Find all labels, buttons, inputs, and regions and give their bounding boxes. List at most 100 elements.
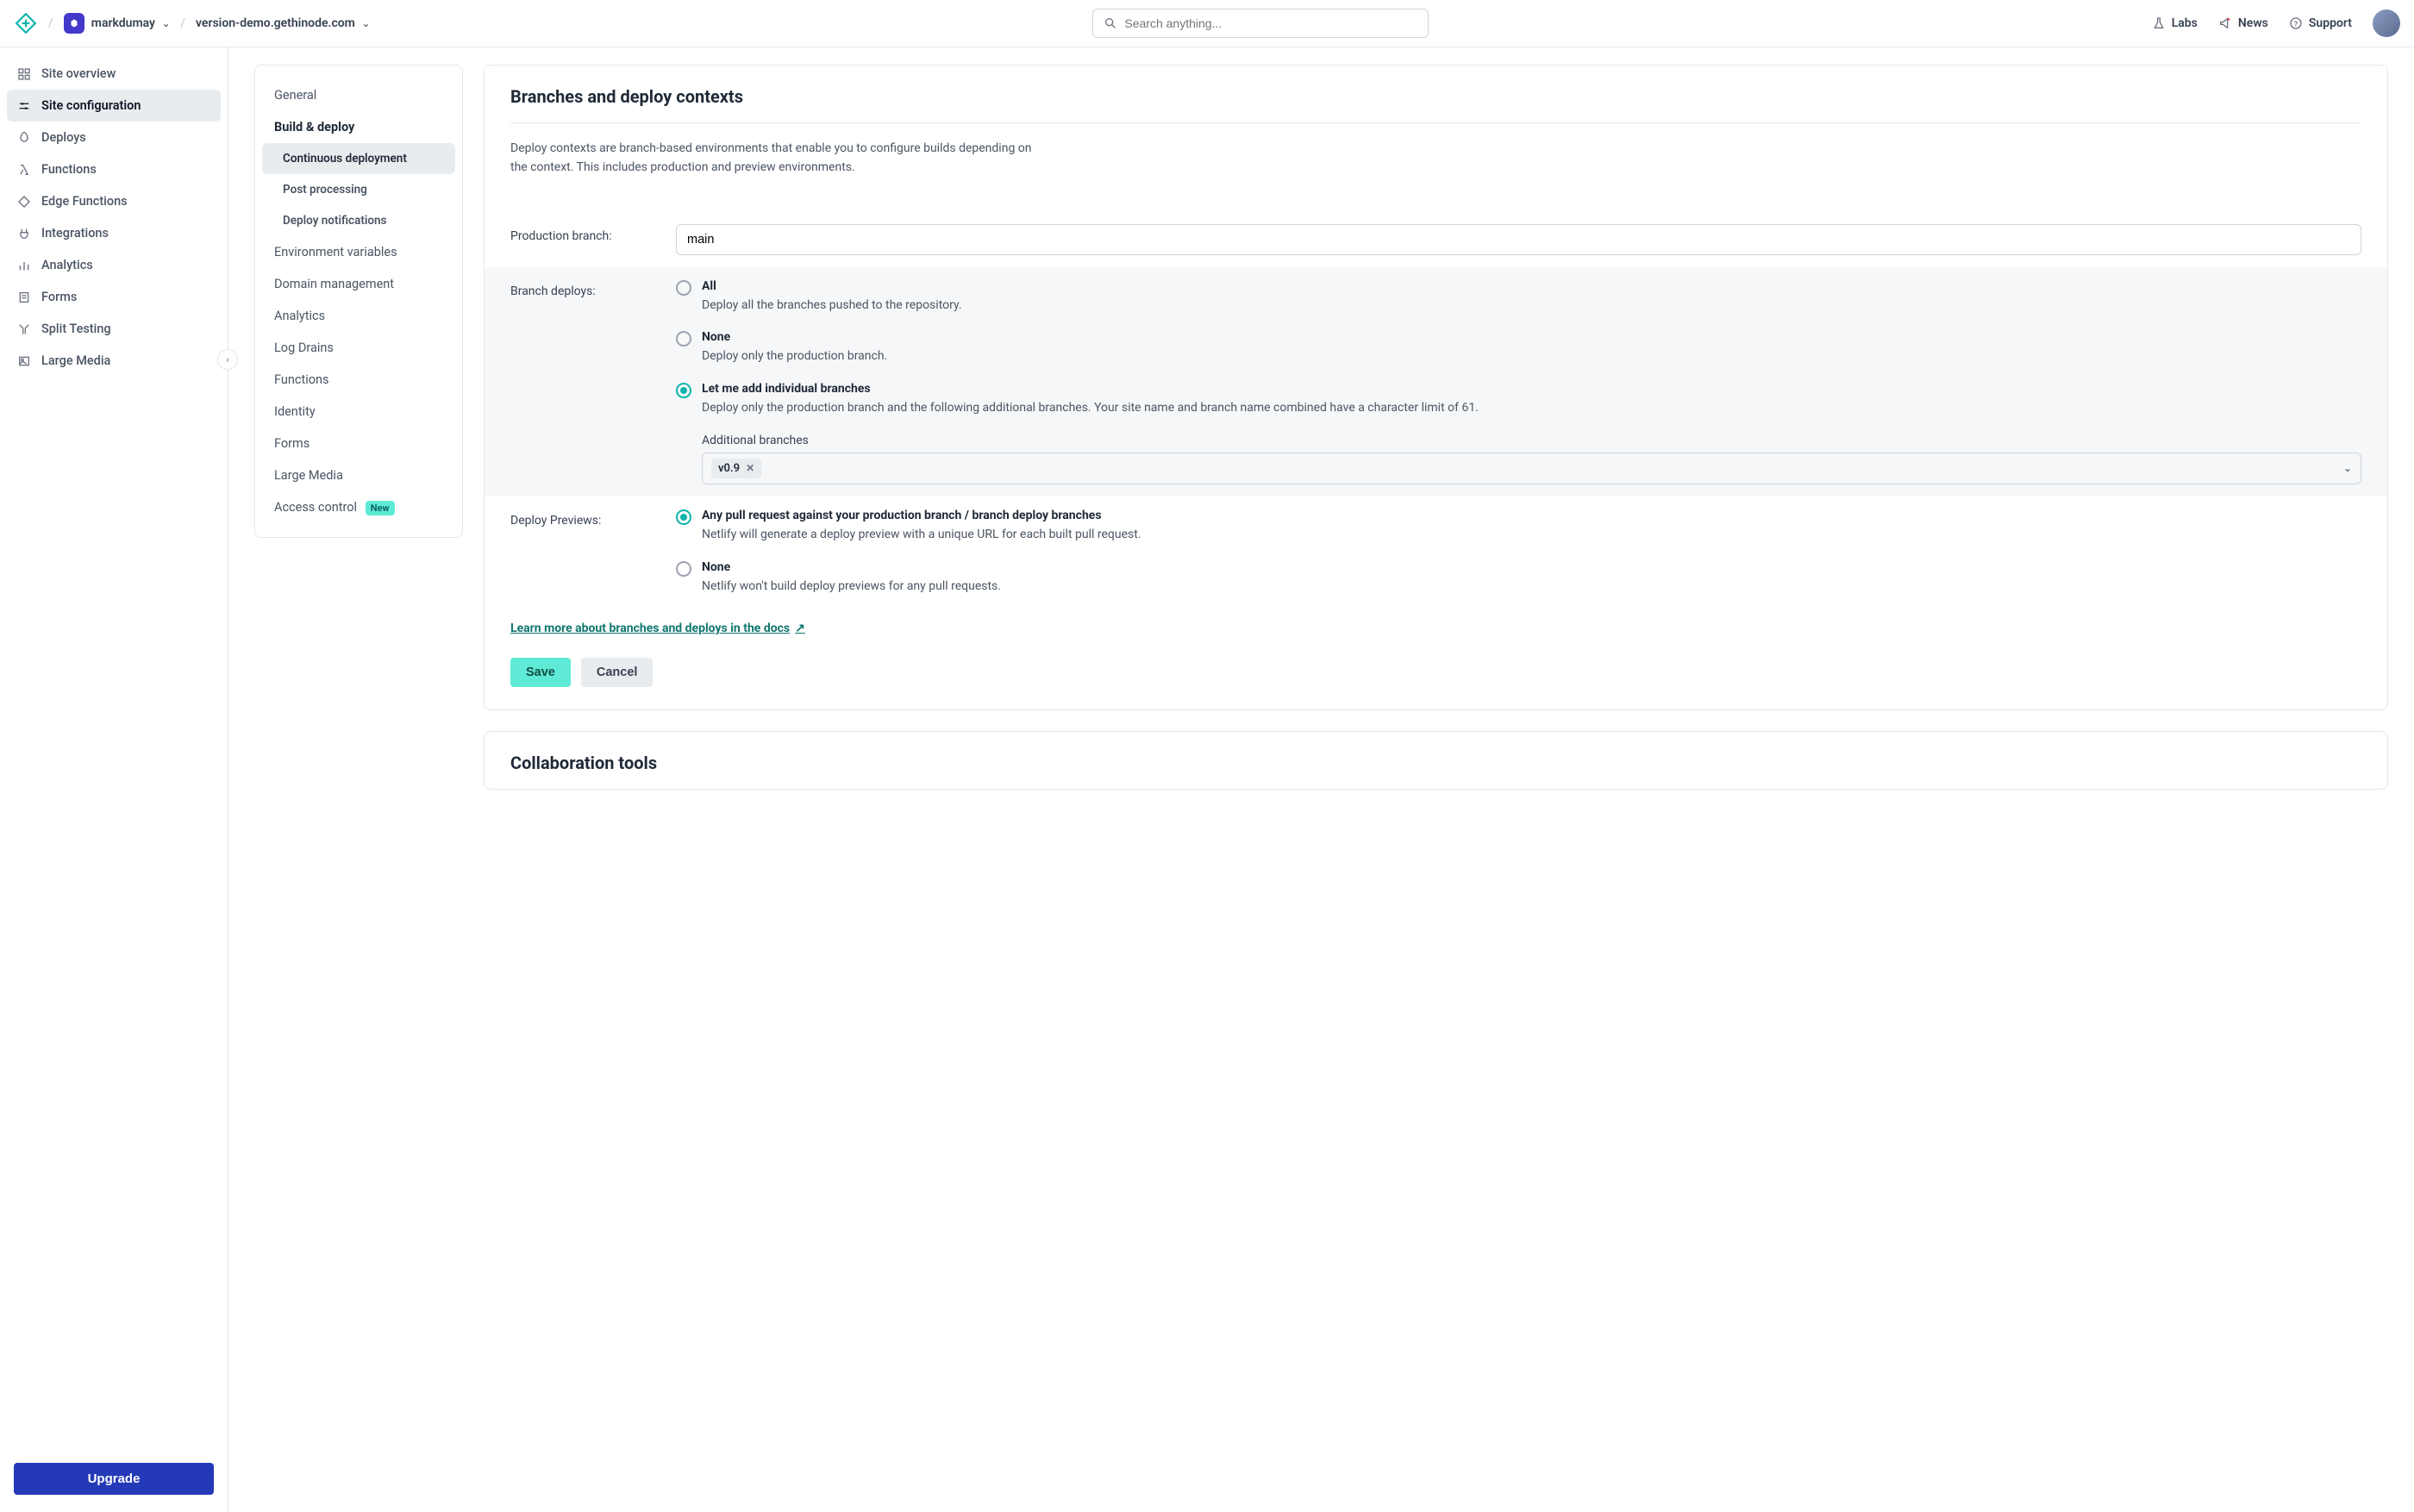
additional-branches-label: Additional branches (702, 434, 2361, 447)
breadcrumb-org[interactable]: markdumay ⌄ (64, 13, 170, 34)
chart-icon (17, 259, 31, 272)
sidebar-item-label: Site overview (41, 66, 116, 81)
subnav-media[interactable]: Large Media (262, 459, 455, 491)
sidebar-item-label: Integrations (41, 226, 109, 241)
sidebar-item-label: Functions (41, 162, 97, 177)
subnav: General Build & deploy Continuous deploy… (254, 65, 463, 538)
topnav-support[interactable]: ? Support (2289, 16, 2352, 30)
subnav-logs[interactable]: Log Drains (262, 332, 455, 364)
breadcrumb-org-label: markdumay (91, 16, 155, 30)
topnav-news[interactable]: News (2218, 16, 2268, 30)
radio-preview-none[interactable] (676, 561, 691, 577)
sidebar-item-split[interactable]: Split Testing (7, 313, 221, 345)
search-icon (1104, 16, 1117, 30)
chevron-down-icon: ⌄ (362, 18, 370, 29)
subnav-notif[interactable]: Deploy notifications (262, 205, 455, 236)
radio-preview-any-desc: Netlify will generate a deploy preview w… (702, 526, 1141, 545)
subnav-post[interactable]: Post processing (262, 174, 455, 205)
sidebar-item-overview[interactable]: Site overview (7, 58, 221, 90)
external-link-icon: ↗ (795, 622, 805, 635)
sidebar-item-deploys[interactable]: Deploys (7, 122, 221, 153)
search-input[interactable] (1124, 16, 1417, 30)
sidebar-item-edge[interactable]: Edge Functions (7, 185, 221, 217)
new-badge: New (366, 501, 395, 515)
chevron-down-icon[interactable]: ⌄ (2343, 462, 2352, 474)
sidebar-item-label: Split Testing (41, 322, 111, 336)
subnav-functions[interactable]: Functions (262, 364, 455, 396)
help-icon: ? (2289, 16, 2303, 30)
sidebar-item-label: Deploys (41, 130, 86, 145)
radio-all-desc: Deploy all the branches pushed to the re… (702, 297, 962, 316)
megaphone-icon (2218, 16, 2232, 30)
upgrade-button[interactable]: Upgrade (14, 1463, 214, 1495)
subnav-forms[interactable]: Forms (262, 428, 455, 459)
radio-preview-any[interactable] (676, 509, 691, 525)
plug-icon (17, 227, 31, 241)
breadcrumb-site[interactable]: version-demo.gethinode.com ⌄ (196, 16, 370, 30)
additional-branches-input[interactable]: v0.9 ✕ ⌄ (702, 453, 2361, 484)
breadcrumb-sep: / (48, 16, 53, 30)
branch-tag: v0.9 ✕ (711, 459, 761, 478)
topnav-news-label: News (2238, 16, 2268, 30)
sidebar-item-config[interactable]: Site configuration (7, 90, 221, 122)
topnav-support-label: Support (2309, 16, 2352, 30)
subnav-access-label: Access control (274, 500, 357, 515)
radio-preview-none-desc: Netlify won't build deploy previews for … (702, 578, 1001, 597)
radio-individual-desc: Deploy only the production branch and th… (702, 399, 2361, 418)
sidebar-item-label: Edge Functions (41, 194, 128, 209)
subnav-domain[interactable]: Domain management (262, 268, 455, 300)
subnav-access[interactable]: Access control New (262, 491, 455, 523)
lambda-icon (17, 163, 31, 177)
logo-icon[interactable] (14, 11, 38, 35)
subnav-env[interactable]: Environment variables (262, 236, 455, 268)
form-icon (17, 291, 31, 304)
tag-remove-icon[interactable]: ✕ (746, 462, 754, 474)
collab-card: Collaboration tools (484, 731, 2388, 790)
subnav-identity[interactable]: Identity (262, 396, 455, 428)
image-icon (17, 354, 31, 368)
radio-individual-title: Let me add individual branches (702, 382, 2361, 396)
collapse-sidebar-button[interactable]: ‹ (217, 349, 238, 370)
split-icon (17, 322, 31, 336)
subnav-cd[interactable]: Continuous deployment (262, 143, 455, 174)
edge-icon (17, 195, 31, 209)
org-icon (64, 13, 84, 34)
card-title: Collaboration tools (510, 753, 2361, 773)
subnav-build[interactable]: Build & deploy (262, 111, 455, 143)
docs-link[interactable]: Learn more about branches and deploys in… (485, 608, 831, 642)
sidebar-item-analytics[interactable]: Analytics (7, 249, 221, 281)
sliders-icon (17, 99, 31, 113)
branch-deploys-label: Branch deploys: (510, 279, 667, 484)
sidebar-item-functions[interactable]: Functions (7, 153, 221, 185)
radio-preview-none-title: None (702, 560, 1001, 574)
breadcrumb-site-label: version-demo.gethinode.com (196, 16, 355, 30)
chevron-down-icon: ⌄ (162, 18, 170, 29)
sidebar-item-integrations[interactable]: Integrations (7, 217, 221, 249)
topnav-labs[interactable]: Labs (2152, 16, 2198, 30)
search-input-wrap[interactable] (1092, 9, 1429, 38)
sidebar-item-media[interactable]: Large Media (7, 345, 221, 377)
save-button[interactable]: Save (510, 658, 571, 687)
radio-all[interactable] (676, 280, 691, 296)
avatar[interactable] (2373, 9, 2400, 37)
card-description: Deploy contexts are branch-based environ… (510, 139, 1045, 178)
radio-none-desc: Deploy only the production branch. (702, 347, 887, 366)
sidebar-item-label: Large Media (41, 353, 110, 368)
production-branch-input[interactable] (676, 224, 2361, 255)
deploy-previews-label: Deploy Previews: (510, 509, 667, 596)
sidebar-item-label: Forms (41, 290, 77, 304)
topnav-labs-label: Labs (2172, 16, 2198, 30)
sidebar-item-label: Analytics (41, 258, 93, 272)
subnav-general[interactable]: General (262, 79, 455, 111)
radio-none-title: None (702, 330, 887, 344)
sidebar: Site overview Site configuration Deploys… (0, 47, 228, 1512)
branches-card: Branches and deploy contexts Deploy cont… (484, 65, 2388, 710)
chevron-left-icon: ‹ (226, 354, 228, 366)
radio-none[interactable] (676, 331, 691, 347)
subnav-analytics[interactable]: Analytics (262, 300, 455, 332)
flask-icon (2152, 16, 2166, 30)
cancel-button[interactable]: Cancel (581, 658, 654, 687)
radio-preview-any-title: Any pull request against your production… (702, 509, 1141, 522)
sidebar-item-forms[interactable]: Forms (7, 281, 221, 313)
radio-individual[interactable] (676, 383, 691, 398)
